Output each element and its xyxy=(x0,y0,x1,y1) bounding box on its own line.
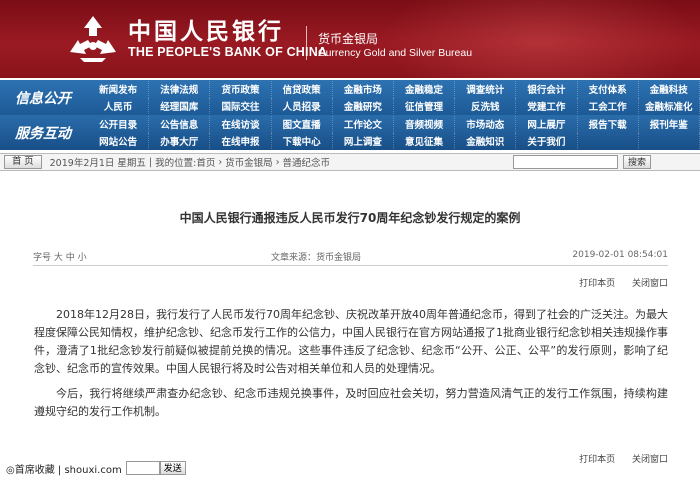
nav-item[interactable]: 支付体系 xyxy=(578,81,639,98)
breadcrumb-page[interactable]: 普通纪念币 xyxy=(283,155,331,169)
nav-item[interactable]: 金融科技 xyxy=(639,81,700,98)
print-link[interactable]: 打印本页 xyxy=(579,279,615,289)
search-input[interactable] xyxy=(513,155,618,169)
nav-row-label-service: 服务互动 xyxy=(15,125,71,142)
article-body: 2018年12月28日，我行发行了人民币发行70周年纪念钞、庆祝改革开放40周年… xyxy=(34,306,668,428)
nav-item xyxy=(639,132,700,149)
nav-item[interactable]: 金融稳定 xyxy=(394,81,456,98)
nav-item[interactable]: 报刊年鉴 xyxy=(639,116,700,133)
bureau-name-cn: 货币金银局 xyxy=(318,32,379,46)
bureau-name-en: Currency Gold and Silver Bureau xyxy=(318,47,473,59)
breadcrumb-separator: › xyxy=(275,156,280,168)
nav-item[interactable]: 工会工作 xyxy=(578,97,639,114)
home-button[interactable]: 首 页 xyxy=(4,155,42,169)
bank-name-cn: 中国人民银行 xyxy=(128,18,284,45)
nav-item[interactable]: 网站公告 xyxy=(88,132,150,149)
nav-row-service: 服务互动 公开目录 公告信息 在线访谈 图文直播 工作论文 音频视频 市场动态 网上展厅 报告下… xyxy=(0,115,700,150)
nav-item[interactable]: 网上调查 xyxy=(333,132,394,149)
nav-item[interactable]: 意见征集 xyxy=(394,132,456,149)
print-link[interactable]: 打印本页 xyxy=(579,455,615,465)
nav-item[interactable]: 新闻发布 xyxy=(88,81,150,98)
font-size-large-link[interactable]: 大 xyxy=(54,253,63,263)
nav-item[interactable]: 货币政策 xyxy=(210,81,272,98)
nav-item[interactable]: 金融市场 xyxy=(333,81,394,98)
article-title: 中国人民银行通报违反人民币发行70周年纪念钞发行规定的案例 xyxy=(179,211,521,225)
font-size-medium-link[interactable]: 中 xyxy=(66,253,75,263)
nav-item[interactable]: 音频视频 xyxy=(394,116,456,133)
nav-item[interactable]: 金融研究 xyxy=(333,97,394,114)
site-header: 中国人民银行 THE PEOPLE'S BANK OF CHINA 货币金银局 … xyxy=(0,0,700,78)
nav-row-info: 信息公开 新闻发布 法律法规 货币政策 信贷政策 金融市场 金融稳定 调查统计 银行会计 支付体… xyxy=(0,80,700,115)
nav-grid-info: 新闻发布 法律法规 货币政策 信贷政策 金融市场 金融稳定 调查统计 银行会计 支付体系 金融科技… xyxy=(88,81,700,114)
nav-grid-service: 公开目录 公告信息 在线访谈 图文直播 工作论文 音频视频 市场动态 网上展厅 报告下载 报刊年鉴… xyxy=(88,116,700,149)
nav-item[interactable]: 经理国库 xyxy=(149,97,211,114)
nav-item[interactable]: 市场动态 xyxy=(455,116,517,133)
nav-item[interactable]: 党建工作 xyxy=(516,97,578,114)
article-paragraph: 2018年12月28日，我行发行了人民币发行70周年纪念钞、庆祝改革开放40周年… xyxy=(34,308,668,375)
font-size-controls: 字号 大 中 小 xyxy=(33,250,87,263)
nav-item[interactable]: 在线申报 xyxy=(210,132,272,149)
main-nav: 信息公开 新闻发布 法律法规 货币政策 信贷政策 金融市场 金融稳定 调查统计 银行会计 支付体… xyxy=(0,80,700,150)
article-paragraph: 今后，我行将继续严肃查办纪念钞、纪念币违规兑换事件，及时回应社会关切，努力营造风… xyxy=(34,387,668,418)
nav-item[interactable]: 国际交往 xyxy=(210,97,272,114)
nav-item[interactable]: 信贷政策 xyxy=(272,81,333,98)
article-tools-bottom: 打印本页 关闭窗口 xyxy=(565,452,668,465)
header-divider xyxy=(306,26,307,60)
bookmark-bar: ◎首席收藏 | shouxi.com 发送 xyxy=(0,458,186,478)
breadcrumb-section[interactable]: 货币金银局 xyxy=(225,155,273,169)
nav-item[interactable]: 金融标准化 xyxy=(639,97,700,114)
bookmark-send-button[interactable]: 发送 xyxy=(159,461,186,475)
breadcrumb-home[interactable]: 首页 xyxy=(196,155,215,169)
search-button[interactable]: 搜索 xyxy=(623,155,651,169)
article-tools-top: 打印本页 关闭窗口 xyxy=(565,276,668,289)
breadcrumb-separator: › xyxy=(218,156,223,168)
article-source: 文章来源：货币金银局 xyxy=(271,253,362,263)
nav-item[interactable]: 报告下载 xyxy=(578,116,639,133)
nav-item[interactable]: 工作论文 xyxy=(333,116,394,133)
current-date: 2019年2月1日 星期五 xyxy=(49,158,146,169)
nav-item xyxy=(578,132,639,149)
nav-item[interactable]: 网上展厅 xyxy=(516,116,578,133)
nav-item[interactable]: 征信管理 xyxy=(394,97,456,114)
article-pub-date: 2019-02-01 08:54:01 xyxy=(572,250,668,260)
nav-item[interactable]: 公告信息 xyxy=(149,116,211,133)
close-window-link[interactable]: 关闭窗口 xyxy=(632,455,668,465)
info-bar: 首 页 2019年2月1日 星期五 | 我的位置: 首页 › 货币金银局 › 普… xyxy=(0,153,700,171)
nav-item[interactable]: 人民币 xyxy=(88,97,150,114)
header-glow xyxy=(380,0,700,78)
bank-name-en: THE PEOPLE'S BANK OF CHINA xyxy=(128,45,328,59)
nav-item[interactable]: 法律法规 xyxy=(149,81,211,98)
nav-item[interactable]: 下载中心 xyxy=(272,132,333,149)
nav-item[interactable]: 反洗钱 xyxy=(455,97,517,114)
article-meta: 字号 大 中 小 文章来源：货币金银局 2019-02-01 08:54:01 xyxy=(33,250,668,264)
font-size-label: 字号 xyxy=(33,253,52,263)
nav-item[interactable]: 人员招录 xyxy=(272,97,333,114)
nav-item[interactable]: 在线访谈 xyxy=(210,116,272,133)
location-label: 我的位置: xyxy=(155,158,197,169)
nav-item[interactable]: 公开目录 xyxy=(88,116,150,133)
font-size-small-link[interactable]: 小 xyxy=(78,253,87,263)
nav-item[interactable]: 调查统计 xyxy=(455,81,517,98)
nav-item[interactable]: 图文直播 xyxy=(272,116,333,133)
nav-item[interactable]: 金融知识 xyxy=(455,132,517,149)
nav-row-label-info: 信息公开 xyxy=(15,90,71,107)
meta-divider xyxy=(33,265,668,266)
bookmark-input[interactable] xyxy=(125,461,160,475)
close-window-link[interactable]: 关闭窗口 xyxy=(632,279,668,289)
bookmark-label[interactable]: ◎首席收藏 | shouxi.com xyxy=(0,461,122,476)
nav-item[interactable]: 办事大厅 xyxy=(149,132,211,149)
pboc-logo-icon xyxy=(70,16,116,62)
nav-item[interactable]: 银行会计 xyxy=(516,81,578,98)
nav-item[interactable]: 关于我们 xyxy=(516,132,578,149)
separator: | xyxy=(148,156,153,168)
